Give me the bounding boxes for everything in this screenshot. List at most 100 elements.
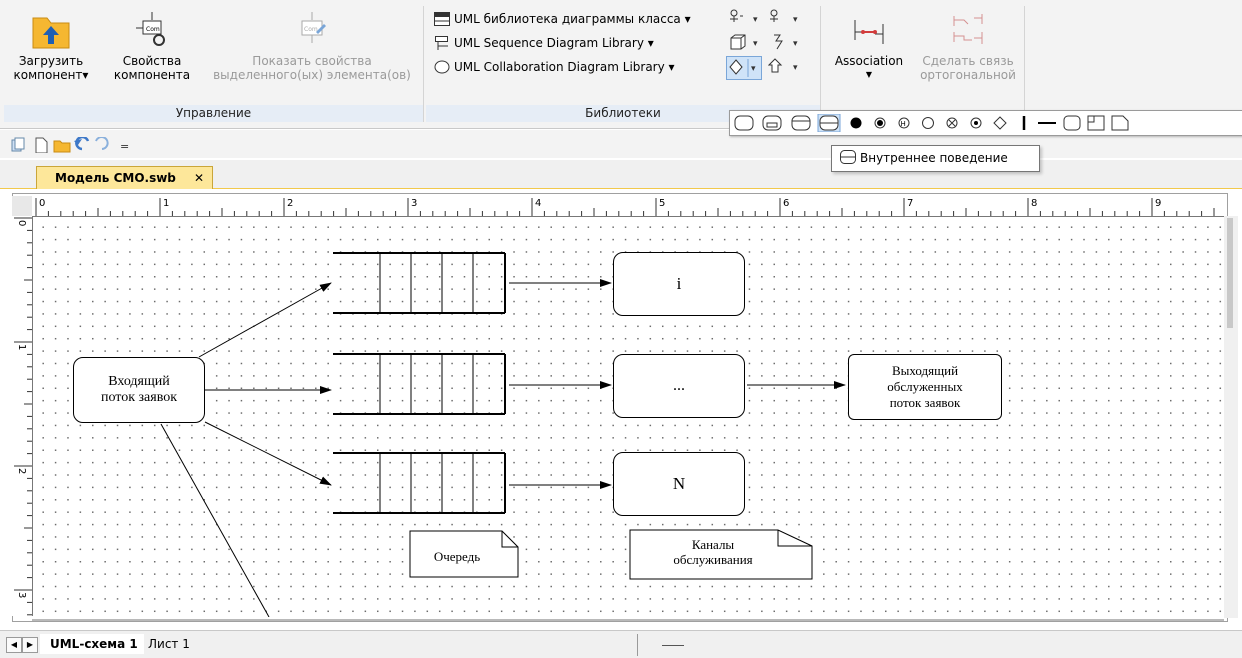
sheet-bar-splitter[interactable]	[637, 634, 638, 656]
ruler-label: 1	[16, 344, 27, 350]
show-props-label-2: выделенного(ых) элемента(ов)	[213, 68, 411, 82]
channel-box-n[interactable]: N	[613, 452, 745, 516]
svg-text:▾: ▾	[793, 39, 798, 49]
channels-note-line-1: Каналы	[691, 537, 735, 552]
svg-text:▾: ▾	[751, 64, 756, 74]
group-manage-label: Управление	[4, 105, 423, 122]
component-edit-icon: Com	[292, 10, 332, 50]
node-tool-button[interactable]: ▾	[728, 32, 768, 54]
ruler-label: 7	[907, 198, 913, 209]
incoming-line-1: Входящий	[108, 374, 170, 389]
shape-palette-icons: H	[734, 114, 1129, 132]
actor-tool-button[interactable]: ▾	[728, 8, 768, 30]
channel-box-i[interactable]: i	[613, 252, 745, 316]
channels-note-line-2: обслуживания	[673, 552, 753, 567]
sequence-library-dropdown[interactable]: UML Sequence Diagram Library ▾	[434, 32, 654, 54]
svg-text:▾: ▾	[793, 63, 798, 73]
sheet-bar-scroll-indicator	[662, 645, 684, 646]
class-library-dropdown[interactable]: UML библиотека диаграммы класса ▾	[434, 8, 691, 30]
ruler-label: 3	[411, 198, 417, 209]
sheet-tab-active-label: UML-схема 1	[50, 637, 138, 651]
diagram-canvas[interactable]: Входящий поток заявок i ... N Выходящий об…	[33, 217, 1223, 617]
generalization-tool-button[interactable]: ▾	[767, 56, 808, 78]
customize-qat-icon: =	[120, 140, 129, 153]
ruler-label: 0	[16, 220, 27, 226]
horizontal-scrollbar[interactable]	[32, 619, 1224, 621]
channel-i-label: i	[676, 274, 682, 293]
svg-text:=: =	[120, 140, 129, 153]
vertical-scrollbar[interactable]	[1224, 216, 1238, 618]
close-tab-icon[interactable]: ✕	[194, 167, 204, 189]
sheet-tab-other[interactable]: Лист 1	[138, 635, 200, 653]
sheet-tab-other-label: Лист 1	[148, 637, 190, 651]
channels-note-label[interactable]: Каналы обслуживания	[643, 537, 783, 567]
association-dropdown-arrow[interactable]: ▼	[828, 68, 910, 82]
outgoing-line-3: поток заявок	[889, 395, 961, 410]
horizontal-ruler: 0 1 2 3 4 5 6 7 8 9	[32, 196, 1224, 217]
association-icon	[849, 10, 889, 50]
load-component-label-2: компонент▾	[13, 68, 89, 82]
collaboration-diagram-icon	[434, 59, 450, 74]
component-props-label-1: Свойства	[122, 54, 182, 68]
ruler-label: 2	[287, 198, 293, 209]
document-tab[interactable]: Модель СМО.swb ✕	[36, 166, 213, 189]
group-manage: Загрузить компонент▾ Com Свойства компон…	[4, 6, 424, 122]
redo-icon	[95, 137, 109, 150]
outgoing-line-1: Выходящий	[891, 363, 959, 378]
channel-box-dots[interactable]: ...	[613, 354, 745, 418]
component-properties-button[interactable]: Com Свойства компонента	[112, 10, 192, 82]
load-component-button[interactable]: Загрузить компонент▾	[6, 10, 96, 82]
group-libraries: UML библиотека диаграммы класса ▾ UML Se…	[426, 6, 821, 122]
outgoing-flow-box[interactable]: Выходящий обслуженных поток заявок	[848, 354, 1002, 420]
svg-text:▾: ▾	[793, 15, 798, 25]
internal-behavior-icon	[840, 148, 856, 164]
channel-dots-label: ...	[673, 377, 685, 394]
association-button[interactable]: Association ▼	[828, 10, 910, 82]
svg-text:Com: Com	[146, 26, 160, 33]
svg-text:H: H	[901, 120, 906, 128]
vertical-scroll-thumb[interactable]	[1227, 218, 1233, 328]
svg-text:▾: ▾	[753, 15, 758, 25]
make-orthogonal-label-1: Сделать связь	[922, 54, 1014, 68]
queue-note-label[interactable]: Очередь	[413, 549, 501, 564]
show-properties-button[interactable]: Com Показать свойства выделенного(ых) эл…	[202, 10, 422, 82]
collaboration-library-dropdown[interactable]: UML Collaboration Diagram Library ▾	[434, 56, 675, 78]
queue-1	[333, 252, 506, 314]
ruler-label: 9	[1155, 198, 1161, 209]
quick-access-icons: =	[11, 137, 129, 153]
ruler-corner	[12, 196, 32, 216]
make-orthogonal-button[interactable]: Сделать связь ортогональной	[916, 10, 1020, 82]
shape-palette-popup: H	[729, 110, 1242, 136]
incoming-line-2: поток заявок	[100, 390, 178, 405]
orthogonal-link-icon	[948, 10, 988, 50]
class-diagram-icon	[434, 11, 450, 26]
load-component-label-1: Загрузить	[18, 54, 84, 68]
next-sheet-button[interactable]: ▶	[22, 637, 38, 653]
outgoing-line-2: обслуженных	[887, 379, 963, 394]
arrow-in-down	[160, 423, 270, 617]
ruler-label: 6	[783, 198, 789, 209]
copy-icon	[11, 137, 25, 152]
sequence-library-label: UML Sequence Diagram Library ▾	[454, 36, 654, 50]
incoming-flow-box[interactable]: Входящий поток заявок	[73, 357, 205, 423]
queue-3	[333, 452, 506, 514]
ruler-label: 4	[535, 198, 541, 209]
new-document-icon	[35, 137, 48, 153]
association-label: Association	[834, 54, 904, 68]
actor-tool-2-button[interactable]: ▾	[768, 8, 808, 30]
collaboration-library-label: UML Collaboration Diagram Library ▾	[454, 60, 675, 74]
ruler-label: 1	[163, 198, 169, 209]
svg-text:▾: ▾	[753, 39, 758, 49]
channel-n-label: N	[672, 474, 686, 493]
group-connections: Association ▼ Сделать связь ортогонально…	[824, 6, 1025, 122]
tooltip: Внутреннее поведение	[831, 145, 1040, 172]
tooltip-text: Внутреннее поведение	[860, 151, 1008, 165]
prev-sheet-button[interactable]: ◀	[6, 637, 22, 653]
queue-2	[333, 353, 506, 415]
sheet-tab-active[interactable]: UML-схема 1	[40, 634, 144, 654]
component-tool-button[interactable]: ▾	[768, 32, 808, 54]
open-folder-icon	[53, 140, 71, 153]
document-tab-label: Модель СМО.swb	[55, 171, 176, 185]
shape-tool-dropdown[interactable]: ▾	[726, 56, 762, 80]
component-props-label-2: компонента	[113, 68, 191, 82]
